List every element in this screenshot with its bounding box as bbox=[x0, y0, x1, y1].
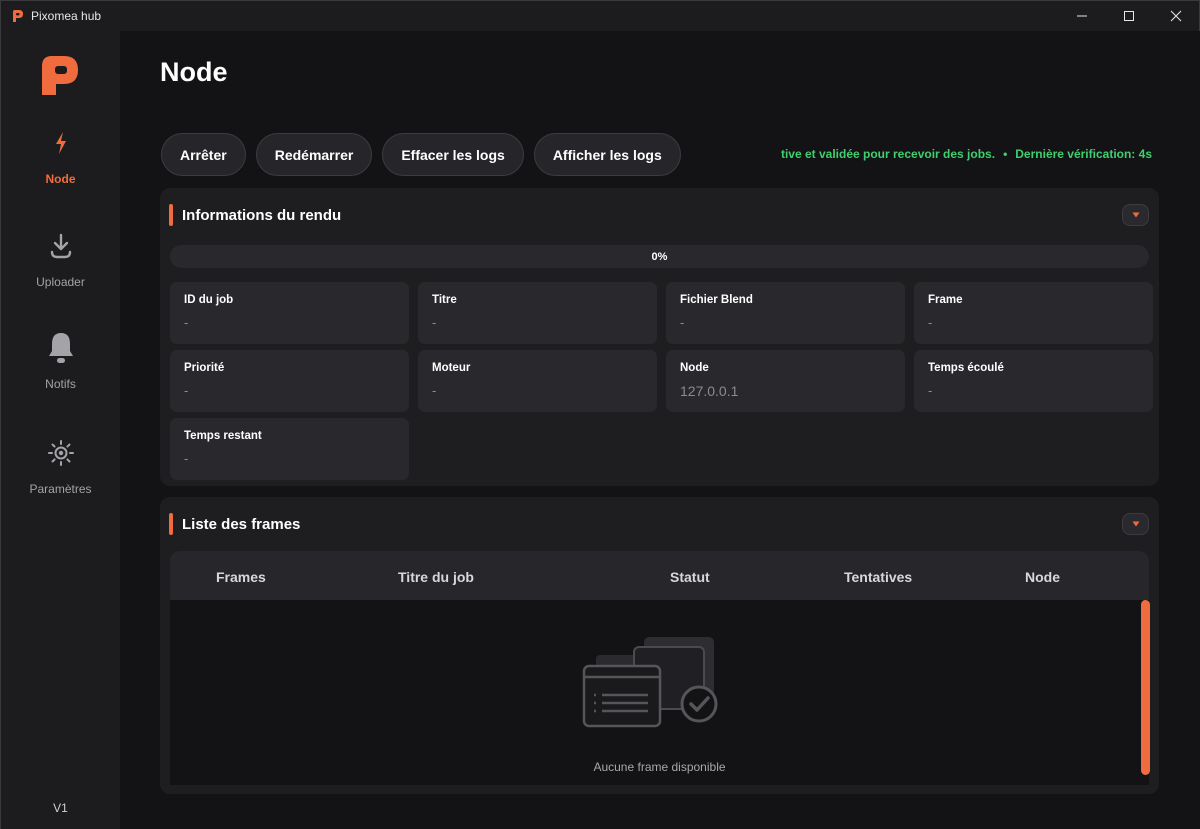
sidebar-item-label: Uploader bbox=[36, 275, 85, 289]
field-value: - bbox=[680, 315, 685, 330]
info-engine: Moteur - bbox=[418, 350, 657, 412]
restart-button[interactable]: Redémarrer bbox=[255, 133, 373, 176]
sidebar-item-parametres[interactable]: Paramètres bbox=[1, 438, 120, 518]
app-logo-icon bbox=[13, 10, 23, 22]
bell-icon bbox=[46, 333, 76, 363]
stop-button[interactable]: Arrêter bbox=[161, 133, 246, 176]
action-bar: Arrêter Redémarrer Effacer les logs Affi… bbox=[161, 133, 681, 176]
app-window: Pixomea hub Node Uploader Notifs Paramèt… bbox=[0, 0, 1200, 829]
collapse-button[interactable] bbox=[1122, 513, 1149, 535]
sidebar-item-label: Notifs bbox=[45, 377, 76, 391]
column-header-status[interactable]: Statut bbox=[670, 569, 710, 585]
render-info-panel: Informations du rendu 0% ID du job - Titr… bbox=[160, 188, 1159, 486]
field-label: Frame bbox=[928, 294, 963, 306]
column-header-node[interactable]: Node bbox=[1025, 569, 1060, 585]
sidebar-item-node[interactable]: Node bbox=[1, 128, 120, 208]
field-value: - bbox=[928, 383, 933, 398]
field-label: Moteur bbox=[432, 362, 471, 374]
clear-logs-button[interactable]: Effacer les logs bbox=[382, 133, 524, 176]
progress-label: 0% bbox=[651, 250, 668, 263]
collapse-button[interactable] bbox=[1122, 204, 1149, 226]
sidebar-item-label: Node bbox=[45, 172, 76, 186]
maximize-icon bbox=[1124, 11, 1134, 21]
main-content: Node Arrêter Redémarrer Effacer les logs… bbox=[120, 31, 1200, 829]
info-elapsed-time: Temps écoulé - bbox=[914, 350, 1153, 412]
column-header-frames[interactable]: Frames bbox=[216, 569, 266, 585]
field-value: - bbox=[432, 315, 437, 330]
title-bar: Pixomea hub bbox=[1, 1, 1199, 31]
render-progress-bar: 0% bbox=[170, 245, 1149, 268]
gear-icon bbox=[46, 438, 76, 468]
panel-title: Informations du rendu bbox=[182, 206, 342, 224]
minimize-icon bbox=[1077, 15, 1087, 17]
field-label: Temps écoulé bbox=[928, 362, 1004, 374]
app-version: V1 bbox=[53, 801, 68, 815]
download-icon bbox=[46, 231, 76, 261]
caret-down-icon bbox=[1132, 521, 1139, 527]
pixomea-logo bbox=[42, 56, 78, 95]
field-value: 127.0.0.1 bbox=[680, 383, 739, 399]
field-label: Priorité bbox=[184, 362, 225, 374]
page-title: Node bbox=[160, 57, 228, 87]
sidebar-item-notifs[interactable]: Notifs bbox=[1, 333, 120, 413]
show-logs-button[interactable]: Afficher les logs bbox=[533, 133, 681, 176]
field-label: ID du job bbox=[184, 294, 234, 306]
accent-bar bbox=[169, 204, 173, 226]
panel-header: Liste des frames bbox=[169, 513, 300, 535]
info-priority: Priorité - bbox=[170, 350, 409, 412]
caret-down-icon bbox=[1132, 212, 1139, 218]
info-job-id: ID du job - bbox=[170, 282, 409, 344]
frames-panel: Liste des frames Frames Titre du job Sta… bbox=[160, 497, 1159, 794]
empty-state-icon bbox=[582, 637, 718, 728]
status-separator: • bbox=[1003, 147, 1008, 161]
lightning-icon bbox=[46, 128, 76, 158]
last-check: Dernière vérification: 4s bbox=[1015, 147, 1152, 161]
scrollbar[interactable] bbox=[1141, 600, 1150, 775]
field-value: - bbox=[184, 315, 189, 330]
render-info-grid: ID du job - Titre - Fichier Blend - Frame - … bbox=[170, 282, 1153, 480]
info-title: Titre - bbox=[418, 282, 657, 344]
info-blend-file: Fichier Blend - bbox=[666, 282, 905, 344]
frames-table-body: Aucune frame disponible bbox=[170, 600, 1149, 785]
close-icon bbox=[1170, 10, 1182, 22]
column-header-job-title[interactable]: Titre du job bbox=[398, 569, 474, 585]
field-value: - bbox=[928, 315, 933, 330]
field-label: Temps restant bbox=[184, 430, 262, 442]
status-message: tive et validée pour recevoir des jobs. bbox=[780, 147, 996, 161]
field-label: Titre bbox=[432, 294, 457, 306]
sidebar: Node Uploader Notifs Paramètres V1 bbox=[1, 31, 120, 829]
maximize-button[interactable] bbox=[1106, 1, 1152, 31]
info-frame: Frame - bbox=[914, 282, 1153, 344]
sidebar-item-uploader[interactable]: Uploader bbox=[1, 231, 120, 311]
field-value: - bbox=[184, 383, 189, 398]
field-label: Fichier Blend bbox=[680, 294, 753, 306]
panel-title: Liste des frames bbox=[182, 515, 301, 533]
field-value: - bbox=[184, 451, 189, 466]
field-value: - bbox=[432, 383, 437, 398]
panel-header: Informations du rendu bbox=[169, 204, 341, 226]
info-remaining-time: Temps restant - bbox=[170, 418, 409, 480]
column-header-attempts[interactable]: Tentatives bbox=[844, 569, 912, 585]
info-node: Node 127.0.0.1 bbox=[666, 350, 905, 412]
accent-bar bbox=[169, 513, 173, 535]
node-status: tive et validée pour recevoir des jobs. •… bbox=[781, 147, 1152, 161]
sidebar-item-label: Paramètres bbox=[29, 482, 92, 496]
field-label: Node bbox=[680, 362, 709, 374]
frames-table-header: Frames Titre du job Statut Tentatives No… bbox=[170, 551, 1149, 600]
window-title: Pixomea hub bbox=[31, 9, 102, 23]
minimize-button[interactable] bbox=[1059, 1, 1105, 31]
empty-state-text: Aucune frame disponible bbox=[593, 760, 726, 774]
close-button[interactable] bbox=[1153, 1, 1199, 31]
